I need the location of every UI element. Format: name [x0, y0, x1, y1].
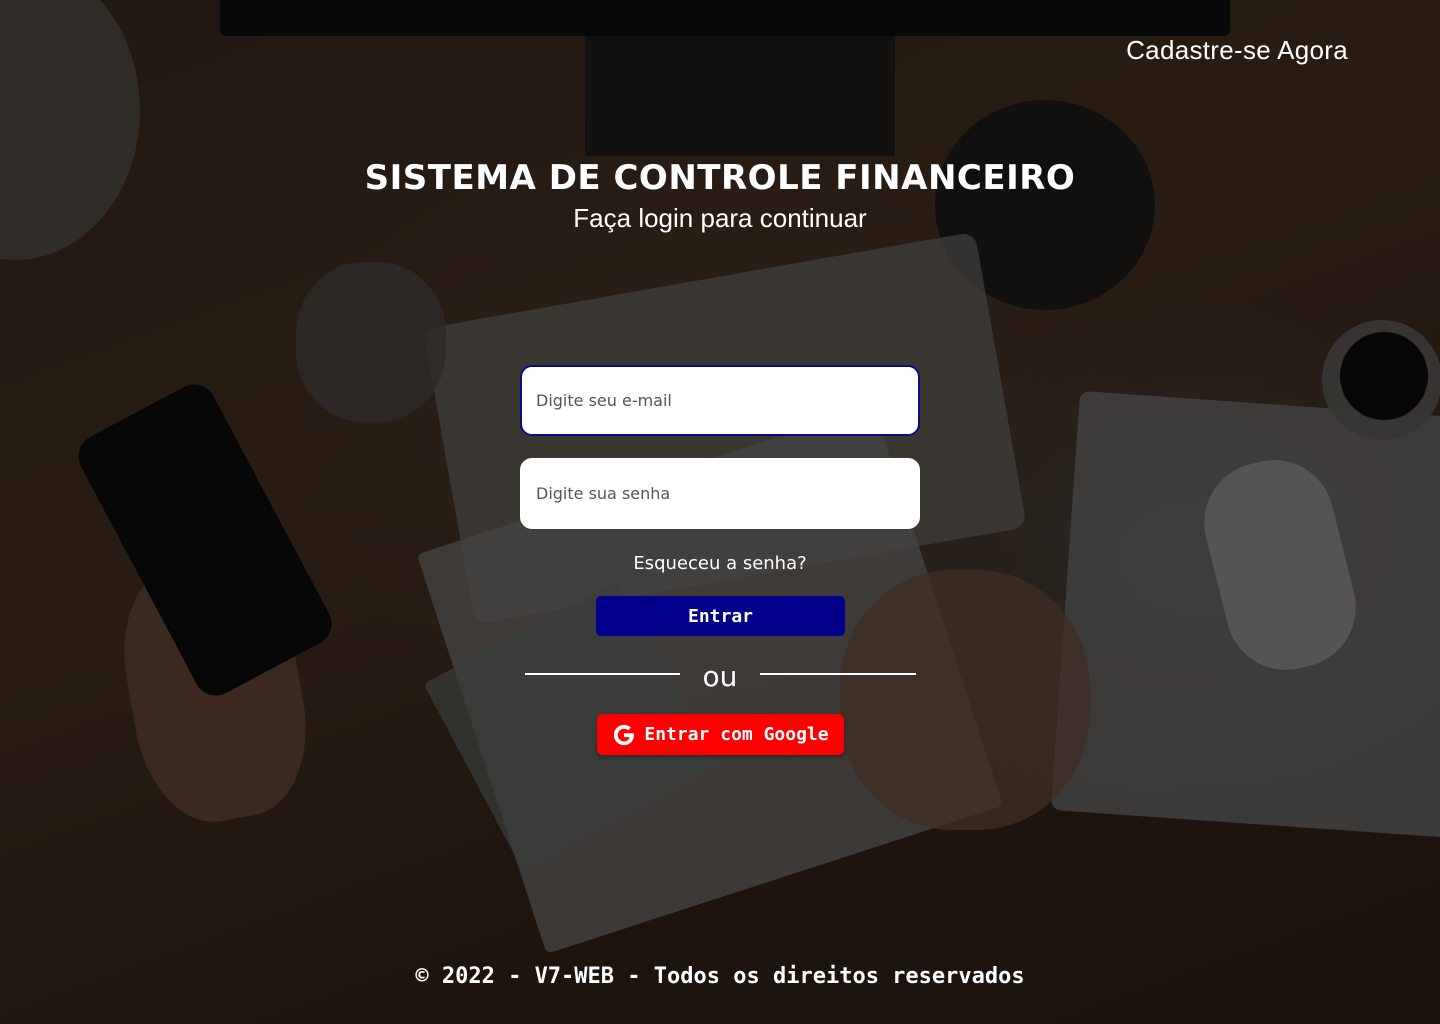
google-g-icon	[612, 723, 636, 747]
divider-line-right	[760, 673, 916, 675]
page-subtitle: Faça login para continuar	[573, 203, 867, 233]
password-input[interactable]	[520, 458, 920, 529]
google-login-label: Entrar com Google	[644, 724, 829, 745]
google-login-button[interactable]: Entrar com Google	[597, 714, 844, 755]
divider-text: ou	[702, 660, 738, 693]
forgot-password-row: Esqueceu a senha?	[0, 553, 1440, 574]
forgot-password-link[interactable]: Esqueceu a senha?	[633, 553, 806, 574]
email-input[interactable]	[520, 365, 920, 436]
login-page: Cadastre-se Agora SISTEMA DE CONTROLE FI…	[0, 0, 1440, 1024]
signup-link[interactable]: Cadastre-se Agora	[1126, 35, 1348, 66]
page-title: SISTEMA DE CONTROLE FINANCEIRO	[364, 158, 1076, 198]
login-button[interactable]: Entrar	[596, 596, 845, 636]
footer-copyright: © 2022 - V7-WEB - Todos os direitos rese…	[415, 964, 1025, 989]
